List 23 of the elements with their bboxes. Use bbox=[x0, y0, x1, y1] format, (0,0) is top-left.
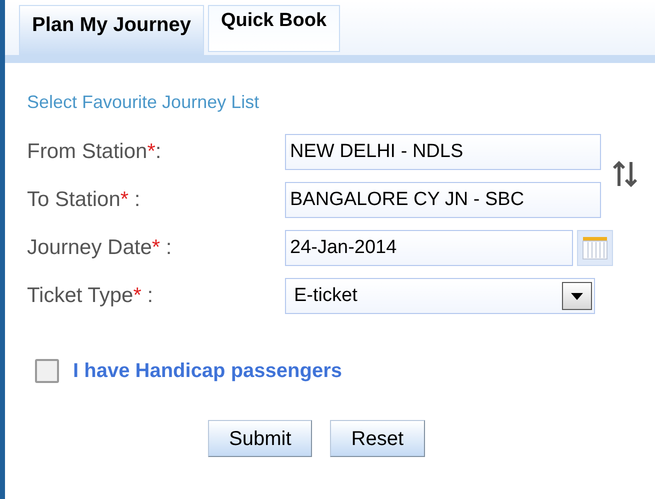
date-input[interactable]: 24-Jan-2014 bbox=[285, 230, 573, 266]
label-colon: : bbox=[133, 188, 140, 212]
ticket-type-select[interactable]: E-ticket bbox=[285, 278, 595, 314]
field-label: Ticket Type bbox=[27, 284, 134, 308]
tab[interactable]: Quick Book bbox=[208, 5, 340, 52]
form-button[interactable]: Submit bbox=[208, 420, 312, 457]
required-asterisk: * bbox=[152, 236, 160, 260]
required-asterisk: * bbox=[147, 140, 156, 164]
swap-stations-icon[interactable] bbox=[612, 160, 638, 188]
form-button[interactable]: Reset bbox=[330, 420, 424, 457]
station-input[interactable]: NEW DELHI - NDLS bbox=[285, 134, 601, 170]
field-label: To Station bbox=[27, 188, 120, 212]
handicap-checkbox[interactable] bbox=[35, 359, 59, 383]
label-colon: : bbox=[164, 236, 172, 260]
station-input[interactable]: BANGALORE CY JN - SBC bbox=[285, 182, 601, 218]
label-colon: : bbox=[155, 140, 162, 164]
required-asterisk: * bbox=[120, 188, 129, 212]
required-asterisk: * bbox=[133, 284, 142, 308]
handicap-label[interactable]: I have Handicap passengers bbox=[73, 356, 342, 386]
tab[interactable]: Plan My Journey bbox=[19, 5, 204, 55]
label-colon: : bbox=[146, 284, 154, 308]
field-label: Journey Date bbox=[27, 236, 152, 260]
field-label: From Station bbox=[27, 140, 148, 164]
